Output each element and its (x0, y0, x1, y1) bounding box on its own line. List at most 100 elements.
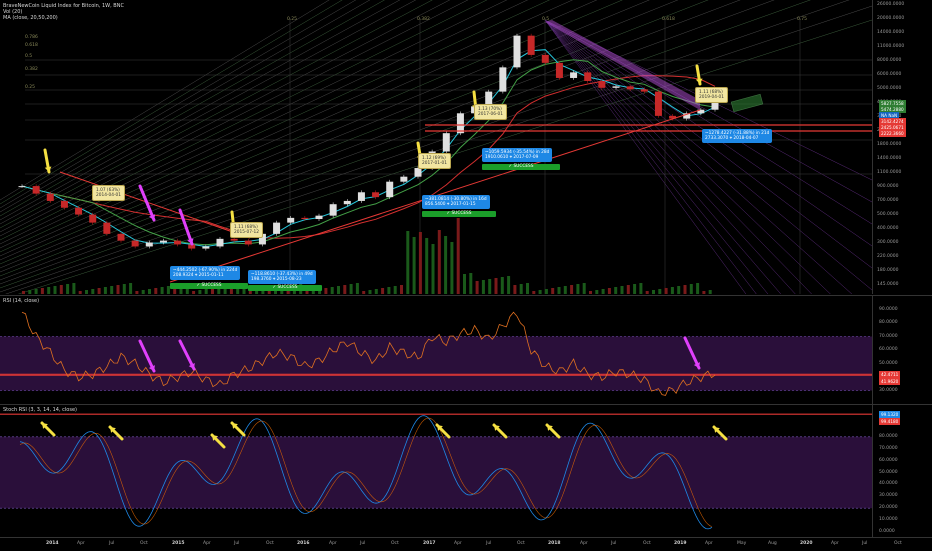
volume-bar (683, 285, 687, 294)
candle-body (499, 67, 507, 92)
stoch-tick: 0.0000 (879, 529, 895, 534)
time-tick: Apr (203, 541, 211, 546)
volume-bar (551, 288, 555, 294)
candle-body (584, 72, 592, 82)
candle-body (216, 238, 224, 247)
stoch-tick: 80.0000 (879, 433, 898, 439)
fan-line (544, 19, 757, 294)
volume-bar (444, 236, 448, 294)
price-badge: 2222.3660 (879, 130, 906, 137)
candle-body (654, 91, 662, 116)
volume-bar (135, 291, 139, 294)
volume-bar (708, 290, 712, 294)
volume-bar (160, 287, 164, 294)
annotation-note: 1.07 (63%) 2014-04-01 (92, 185, 125, 201)
volume-bar (129, 283, 133, 294)
volume-bar (28, 290, 32, 294)
candle-body (541, 54, 549, 63)
volume-bar (589, 291, 592, 294)
volume-bar (148, 289, 151, 294)
price-tick: 145.0000 (877, 282, 899, 287)
price-tick: 300.0000 (877, 240, 899, 245)
fan-line (0, 0, 574, 257)
volume-bar (141, 290, 145, 294)
magenta-arrow-icon (178, 208, 194, 246)
fan-line (544, 19, 813, 294)
success-badge: ✓ SUCCESS (248, 285, 322, 291)
volume-bar (406, 231, 410, 294)
candle-body (329, 204, 337, 216)
ma-50-line (21, 59, 716, 246)
stoch-tick: 30.0000 (879, 493, 898, 499)
candle-body (315, 215, 323, 220)
time-axis[interactable]: 2014 Apr Jul Oct 2015 Apr Jul Oct 2016 Apr Jul Oct 2… (0, 537, 932, 551)
time-tick: 2016 (297, 541, 310, 546)
time-tick: Oct (266, 541, 274, 546)
candle-body (103, 222, 111, 234)
fib-label: 0.75 (797, 16, 807, 22)
volume-bar (670, 287, 674, 294)
rsi-chart (0, 311, 872, 396)
volume-bar (595, 290, 599, 294)
yellow-arrow-icon (40, 421, 56, 437)
time-tick: Oct (391, 541, 399, 546)
volume-bar (652, 290, 655, 294)
volume-bar (544, 289, 548, 294)
time-tick: Apr (580, 541, 588, 546)
time-tick: 2017 (423, 541, 436, 546)
candle-body (202, 246, 210, 249)
volume-bar (34, 289, 38, 294)
candle-body (46, 193, 54, 201)
time-tick: Jul (486, 541, 492, 546)
rsi-panel[interactable]: RSI (14, close) (0, 295, 872, 404)
volume-bar (122, 284, 126, 294)
price-tick: 1400.0000 (877, 156, 902, 161)
time-tick: Oct (140, 541, 148, 546)
candle-body (301, 217, 309, 220)
volume-bar (22, 291, 25, 294)
candle-body (343, 200, 351, 205)
rsi-axis[interactable]: 90.000080.000070.000060.000050.000040.00… (872, 295, 932, 404)
volume-bar (601, 289, 605, 294)
fib-left-label: 0.618 (25, 42, 38, 48)
volume-bar (481, 280, 485, 294)
stoch-badge: 99.4180 (879, 418, 901, 426)
stoch-tick: 40.0000 (879, 481, 898, 487)
volume-bar (110, 286, 114, 294)
volume-bar (658, 289, 662, 294)
fan-line (544, 19, 782, 294)
stoch-panel[interactable]: Stoch RSI (3, 3, 14, 14, close) (0, 404, 872, 538)
stoch-rsi-chart (0, 413, 872, 530)
stoch-badge: 99.1320 (879, 411, 901, 419)
time-tick: May (737, 541, 747, 546)
rsi-label: RSI (14, close) (3, 298, 40, 304)
stoch-axis[interactable]: 90.000080.000070.000060.000050.000040.00… (872, 404, 932, 538)
yellow-arrow-icon (435, 423, 451, 439)
candle-body (400, 176, 408, 182)
rsi-tick: 90.0000 (879, 306, 898, 312)
annotation-note: 1.11 (68%) 2019-04-01 (695, 87, 728, 103)
volume-bar (576, 284, 580, 294)
rsi-badge: 41.9620 (879, 378, 901, 386)
price-tick: 400.0000 (877, 226, 899, 231)
price-panel[interactable]: 0.25 0.382 0.5 0.618 0.75 0.786 0.618 0.5 0.382 0… (0, 0, 872, 294)
yellow-arrow-icon (43, 148, 52, 174)
candle-body (273, 222, 281, 234)
fan-line (0, 0, 417, 225)
price-tick: 8000.0000 (877, 58, 902, 63)
price-axis[interactable]: 26000.0000 20000.0000 14000.0000 11000.0000… (872, 0, 932, 294)
rsi-tick: 70.0000 (879, 333, 898, 339)
volume-bar (78, 291, 82, 294)
time-tick: Jul (862, 541, 868, 546)
volume-bar (689, 284, 693, 294)
time-tick: Oct (643, 541, 651, 546)
volume-bar (677, 286, 681, 294)
price-tick: 500.0000 (877, 212, 899, 217)
price-tick: 1800.0000 (877, 142, 902, 147)
volume-bar (72, 283, 76, 294)
volume-bar (513, 285, 517, 294)
fib-label: 0.382 (417, 16, 430, 22)
volume-bar (557, 287, 561, 294)
annotation-note: 1.13 (70%) 2017-06-01 (474, 104, 507, 120)
candle-body (117, 233, 125, 241)
